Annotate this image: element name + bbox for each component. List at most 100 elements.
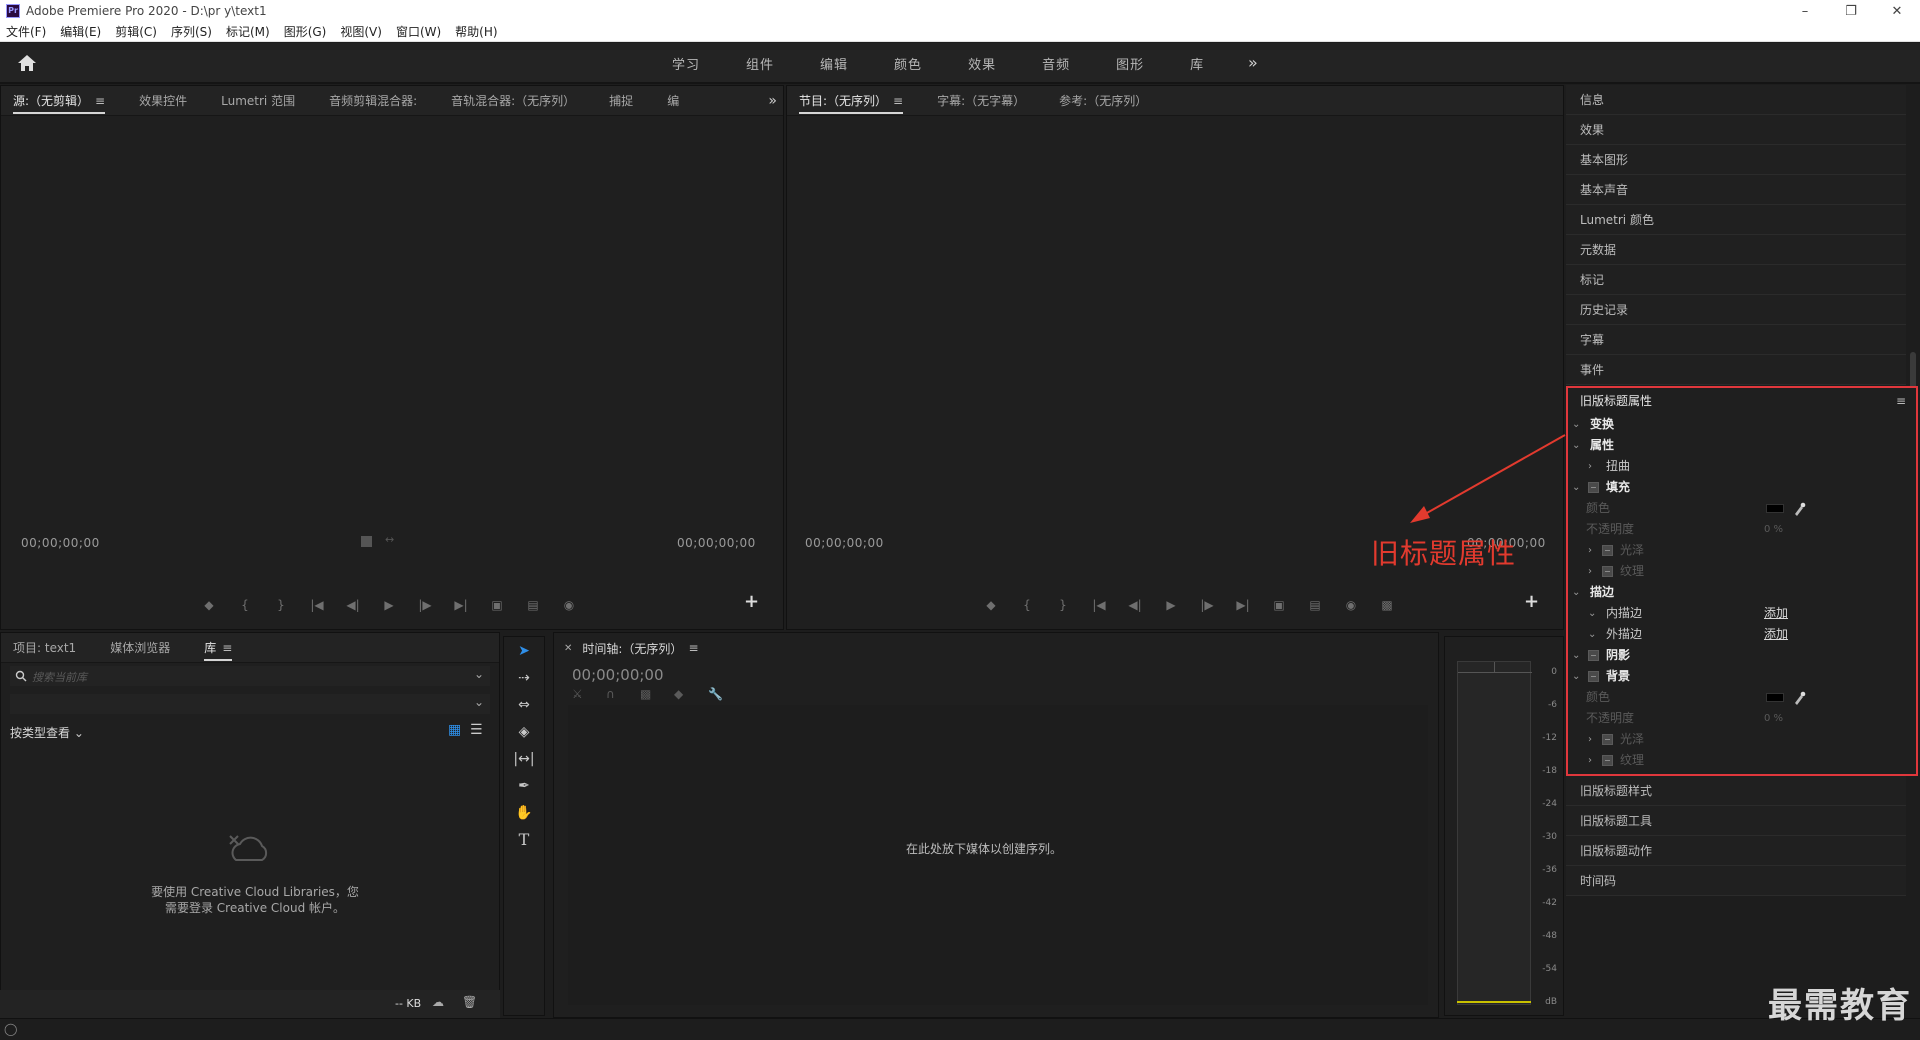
panel-menu-icon[interactable]: ≡	[893, 94, 903, 108]
nest-icon[interactable]: ⚔	[572, 687, 606, 701]
menu-clip[interactable]: 剪辑(C)	[115, 23, 157, 40]
panel-legacy-title-styles[interactable]: 旧版标题样式	[1566, 776, 1906, 806]
shadow-checkbox[interactable]	[1588, 650, 1599, 661]
workspace-tab-audio[interactable]: 音频	[1042, 54, 1070, 73]
eyedropper-icon[interactable]	[1792, 687, 1806, 708]
panel-metadata[interactable]: 元数据	[1566, 235, 1906, 265]
ripple-edit-tool-icon[interactable]: ⇔	[504, 691, 544, 718]
step-back-icon[interactable]: ◀|	[1117, 598, 1153, 612]
grid-view-icon[interactable]: ▦	[448, 722, 461, 738]
selection-tool-icon[interactable]: ➤	[504, 637, 544, 664]
workspace-tab-effects[interactable]: 效果	[968, 54, 996, 73]
eyedropper-icon[interactable]	[1792, 498, 1806, 519]
library-dropdown[interactable]: ⌄	[10, 694, 490, 714]
extract-icon[interactable]: ▤	[1297, 598, 1333, 612]
prop-outer-stroke[interactable]: ⌄ 外描边 添加	[1568, 624, 1916, 645]
panel-legacy-title-tools[interactable]: 旧版标题工具	[1566, 806, 1906, 836]
tab-libraries[interactable]: 库 ≡	[204, 634, 233, 661]
chevron-down-icon[interactable]: ⌄	[1572, 666, 1580, 687]
sheen-checkbox[interactable]	[1602, 734, 1613, 745]
prop-background[interactable]: ⌄ 背景	[1568, 666, 1916, 687]
menu-file[interactable]: 文件(F)	[6, 23, 46, 40]
home-icon[interactable]	[16, 53, 38, 73]
step-forward-icon[interactable]: |▶	[407, 598, 443, 612]
fill-color-swatch[interactable]	[1766, 504, 1784, 513]
list-view-icon[interactable]: ☰	[470, 722, 483, 738]
button-editor-plus-icon[interactable]: +	[1524, 591, 1539, 612]
chevron-right-icon[interactable]: ›	[1588, 540, 1592, 561]
fill-opacity-value[interactable]: 0 %	[1764, 519, 1783, 540]
chevron-down-icon[interactable]: ⌄	[1572, 435, 1580, 456]
step-forward-icon[interactable]: |▶	[1189, 598, 1225, 612]
play-icon[interactable]: ▶	[371, 598, 407, 612]
drag-video-icon[interactable]	[361, 536, 372, 547]
workspace-tab-assembly[interactable]: 组件	[746, 54, 774, 73]
chevron-right-icon[interactable]: ›	[1588, 561, 1592, 582]
panel-captions[interactable]: 字幕	[1566, 325, 1906, 355]
hand-tool-icon[interactable]: ✋	[504, 799, 544, 826]
add-marker-icon[interactable]: ◆	[674, 687, 708, 701]
chevron-down-icon[interactable]: ⌄	[1572, 645, 1580, 666]
prop-strokes[interactable]: ⌄ 描边	[1568, 582, 1916, 603]
chevron-down-icon[interactable]: ⌄	[1572, 477, 1580, 498]
chevron-right-icon[interactable]: ›	[1588, 729, 1592, 750]
play-icon[interactable]: ▶	[1153, 598, 1189, 612]
workspace-more-icon[interactable]: »	[1248, 53, 1258, 72]
fill-checkbox[interactable]	[1588, 482, 1599, 493]
chevron-down-icon[interactable]: ⌄	[1572, 414, 1580, 435]
menu-window[interactable]: 窗口(W)	[396, 23, 441, 40]
prop-shadow[interactable]: ⌄ 阴影	[1568, 645, 1916, 666]
timeline-timecode[interactable]: 00;00;00;00	[572, 666, 664, 684]
workspace-tab-editing[interactable]: 编辑	[820, 54, 848, 73]
library-search[interactable]: 搜索当前库 ⌄	[10, 666, 490, 686]
background-color-swatch[interactable]	[1766, 693, 1784, 702]
chevron-down-icon[interactable]: ⌄	[1572, 582, 1580, 603]
tab-reference[interactable]: 参考:（无序列）	[1059, 92, 1147, 109]
menu-help[interactable]: 帮助(H)	[455, 23, 497, 40]
tab-edit[interactable]: 编	[667, 92, 679, 109]
add-inner-stroke-link[interactable]: 添加	[1764, 603, 1788, 624]
mark-in-icon[interactable]: {	[227, 598, 263, 612]
prop-distort[interactable]: › 扭曲	[1568, 456, 1916, 477]
panel-menu-icon[interactable]: ≡	[95, 94, 105, 108]
close-button[interactable]: ✕	[1874, 0, 1920, 22]
tab-program[interactable]: 节目:（无序列） ≡	[799, 87, 904, 114]
prop-properties[interactable]: ⌄ 属性	[1568, 435, 1916, 456]
source-timecode-current[interactable]: 00;00;00;00	[21, 536, 100, 550]
tab-audio-clip-mixer[interactable]: 音频剪辑混合器:	[329, 92, 417, 109]
mark-out-icon[interactable]: }	[263, 598, 299, 612]
mark-in-icon[interactable]: {	[1009, 598, 1045, 612]
panel-essential-sound[interactable]: 基本声音	[1566, 175, 1906, 205]
panel-menu-icon[interactable]: ≡	[688, 641, 698, 655]
panel-effects[interactable]: 效果	[1566, 115, 1906, 145]
background-checkbox[interactable]	[1588, 671, 1599, 682]
view-by-dropdown[interactable]: 按类型查看 ⌄	[10, 724, 84, 741]
menu-graphics[interactable]: 图形(G)	[284, 23, 327, 40]
tab-source[interactable]: 源:（无剪辑） ≡	[13, 87, 106, 114]
panel-info[interactable]: 信息	[1566, 85, 1906, 115]
step-back-icon[interactable]: ◀|	[335, 598, 371, 612]
workspace-tab-graphics[interactable]: 图形	[1116, 54, 1144, 73]
cloud-sync-icon[interactable]: ☁	[432, 995, 444, 1009]
panel-menu-icon[interactable]: ≡	[1896, 388, 1906, 414]
overwrite-icon[interactable]: ▤	[515, 598, 551, 612]
panel-events[interactable]: 事件	[1566, 355, 1906, 385]
chevron-down-icon[interactable]: ⌄	[474, 695, 484, 709]
trash-icon[interactable]: 🗑	[462, 995, 477, 1009]
program-timecode-current[interactable]: 00;00;00;00	[805, 536, 884, 550]
drag-audio-icon[interactable]: ↔	[385, 533, 394, 546]
chevron-down-icon[interactable]: ⌄	[474, 667, 484, 681]
tab-audio-track-mixer[interactable]: 音轨混合器:（无序列）	[451, 92, 575, 109]
razor-tool-icon[interactable]: ◈	[504, 718, 544, 745]
minimize-button[interactable]: –	[1782, 0, 1828, 22]
texture-checkbox[interactable]	[1602, 566, 1613, 577]
maximize-button[interactable]: ❐	[1828, 0, 1874, 22]
panel-history[interactable]: 历史记录	[1566, 295, 1906, 325]
close-icon[interactable]: ✕	[564, 643, 572, 654]
panel-legacy-title-actions[interactable]: 旧版标题动作	[1566, 836, 1906, 866]
status-icon[interactable]: ◯	[4, 1022, 17, 1036]
add-outer-stroke-link[interactable]: 添加	[1764, 624, 1788, 645]
prop-inner-stroke[interactable]: ⌄ 内描边 添加	[1568, 603, 1916, 624]
menu-edit[interactable]: 编辑(E)	[60, 23, 101, 40]
chevron-down-icon[interactable]: ⌄	[1588, 624, 1596, 645]
